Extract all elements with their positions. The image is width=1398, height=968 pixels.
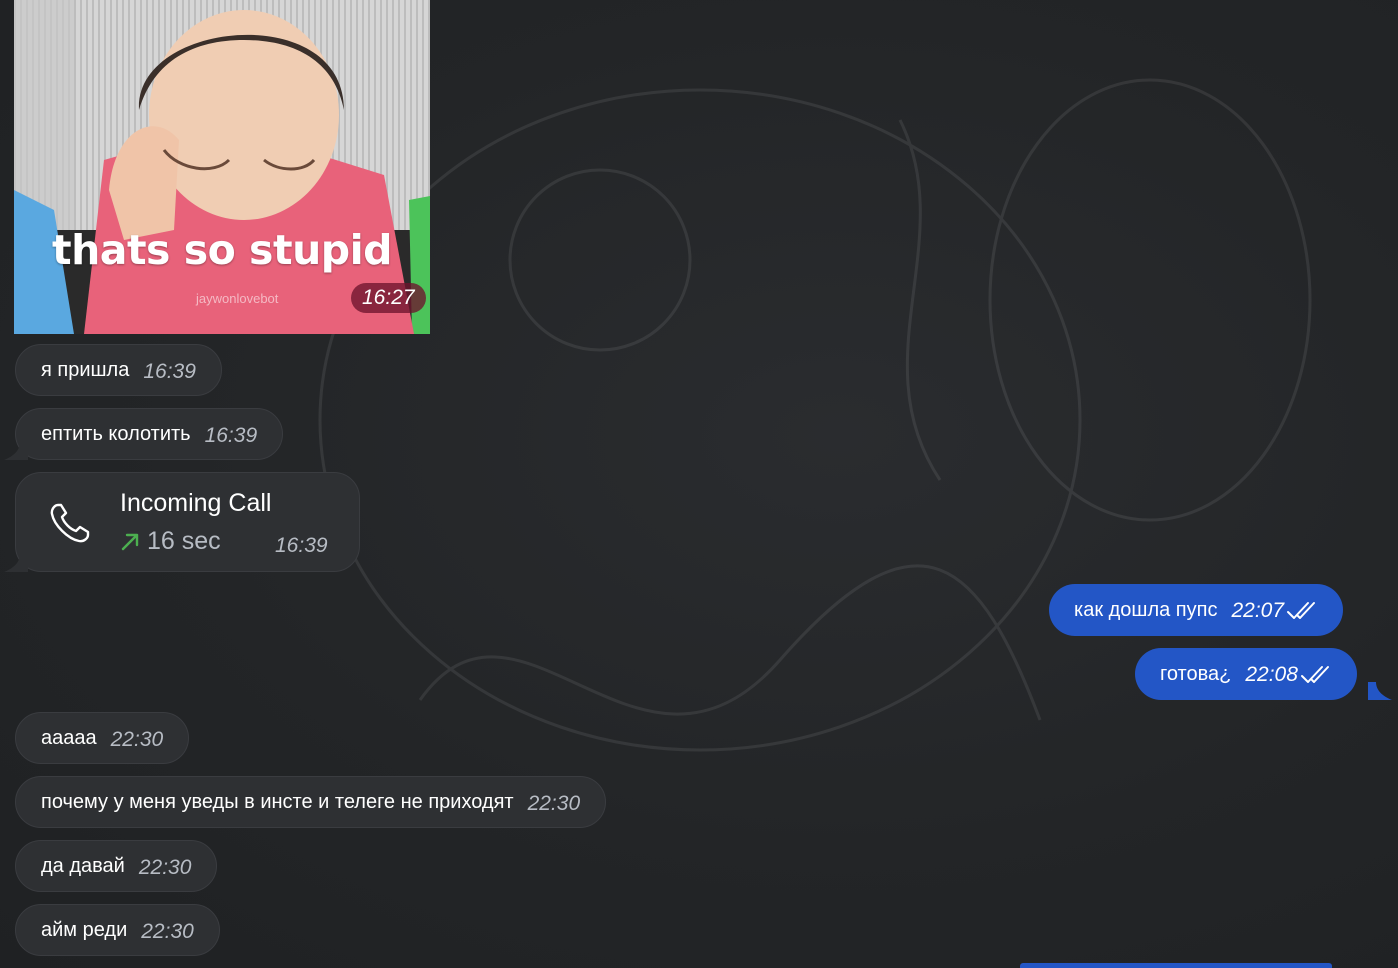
message-time: 22:30 [138,856,192,879]
outgoing-message[interactable]: как дошла пупс 22:07 [1049,584,1344,636]
incoming-message[interactable]: почему у меня уведы в инсте и телеге не … [15,776,607,828]
incoming-message[interactable]: айм реди 22:30 [15,904,220,956]
call-duration: 16 sec [147,527,221,555]
incoming-message[interactable]: да давай 22:30 [15,840,218,892]
message-text: ааааа [41,726,97,749]
message-text: айм реди [41,918,128,941]
message-text: как дошла пупс [1074,598,1218,621]
call-title: Incoming Call [120,489,272,517]
message-time: 16:27 [351,283,426,313]
incoming-message[interactable]: я пришла 16:39 [15,344,222,396]
message-time: 22:30 [141,920,194,943]
bubble-tail [1368,682,1392,700]
sticker-message[interactable]: thats so stupid jaywonlovebot 16:27 [14,0,430,334]
chat-view: thats so stupid jaywonlovebot 16:27 я пр… [0,0,1398,968]
message-text: почему у меня уведы в инсте и телеге не … [41,790,514,813]
double-check-icon [1287,602,1316,619]
message-time: 16:39 [204,424,258,447]
message-time: 22:08 [1245,663,1298,686]
incoming-message[interactable]: ептить колотить 16:39 [15,408,284,460]
phone-icon [50,503,90,543]
arrow-up-right-icon [121,533,139,551]
message-text: да давай [41,854,125,877]
bubble-tail [4,442,28,460]
incoming-call-message[interactable]: Incoming Call 16 sec 16:39 [15,472,360,572]
message-text: я пришла [41,358,130,381]
message-time: 22:30 [110,728,164,751]
message-text: готова¿ [1160,662,1232,685]
message-time: 16:39 [275,534,328,557]
incoming-message[interactable]: ааааа 22:30 [15,712,190,764]
message-time: 22:07 [1231,599,1285,622]
message-text: ептить колотить [41,422,191,445]
double-check-icon [1300,666,1329,683]
message-time: 16:39 [143,360,196,383]
outgoing-message[interactable]: готова¿ 22:08 [1135,648,1357,700]
message-time: 22:30 [527,792,581,815]
sticker-watermark: jaywonlovebot [196,291,279,306]
bubble-tail [4,554,28,572]
partial-outgoing-message-edge [1020,963,1332,968]
sticker-caption: thats so stupid [51,226,393,274]
